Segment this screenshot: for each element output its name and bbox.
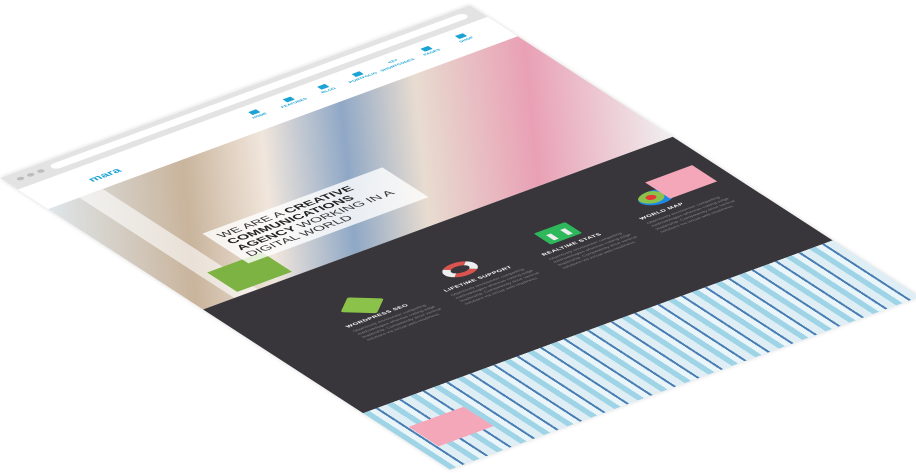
logo[interactable]: mara [86, 167, 125, 184]
nav-blog[interactable]: BLOG [309, 81, 342, 96]
window-dot[interactable] [25, 172, 36, 178]
nav-home[interactable]: HOME [240, 106, 273, 121]
nav-features[interactable]: FEATURES [275, 94, 309, 109]
nav-shop[interactable]: SHOP [447, 30, 480, 45]
window-dot[interactable] [35, 168, 47, 174]
nav-portfolio[interactable]: PORTFOLIO [344, 68, 379, 84]
window-controls [15, 168, 47, 182]
window-dot[interactable] [15, 176, 26, 182]
checkmark-icon [340, 297, 384, 314]
sticky-note [408, 406, 494, 447]
nav-pages[interactable]: PAGES [413, 43, 446, 58]
website-mockup: mara HOME FEATURES BLOG PORTFOLIO </> SHO… [0, 5, 916, 470]
nav-shortcodes[interactable]: </> SHORTCODES [378, 56, 416, 72]
